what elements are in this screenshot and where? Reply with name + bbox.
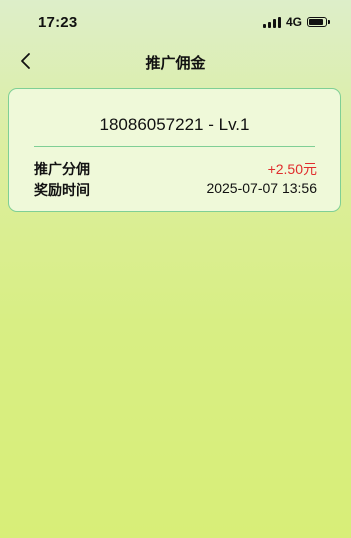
signal-icon: [262, 16, 281, 28]
battery-level: [309, 19, 324, 25]
network-type: 4G: [285, 15, 302, 29]
status-bar: 17:23 4G: [0, 0, 351, 44]
reward-time-row: 奖励时间 2025-07-07 13:56: [34, 180, 317, 200]
reward-time-label: 奖励时间: [34, 182, 90, 198]
nav-bar: 推广佣金: [0, 44, 351, 80]
commission-amount: +2.50元: [267, 161, 317, 177]
commission-label: 推广分佣: [34, 161, 90, 177]
status-time: 17:23: [38, 14, 78, 31]
user-phone-level: 18086057221 - Lv.1: [99, 115, 250, 134]
battery-icon: [307, 17, 330, 27]
commission-row: 推广分佣 +2.50元: [34, 159, 317, 179]
page-title: 推广佣金: [145, 55, 206, 72]
status-indicators: 4G: [262, 15, 330, 29]
reward-time-value: 2025-07-07 13:56: [206, 180, 317, 196]
commission-record-card: 18086057221 - Lv.1 推广分佣 +2.50元 奖励时间 2025…: [8, 88, 341, 212]
divider: [34, 146, 315, 147]
